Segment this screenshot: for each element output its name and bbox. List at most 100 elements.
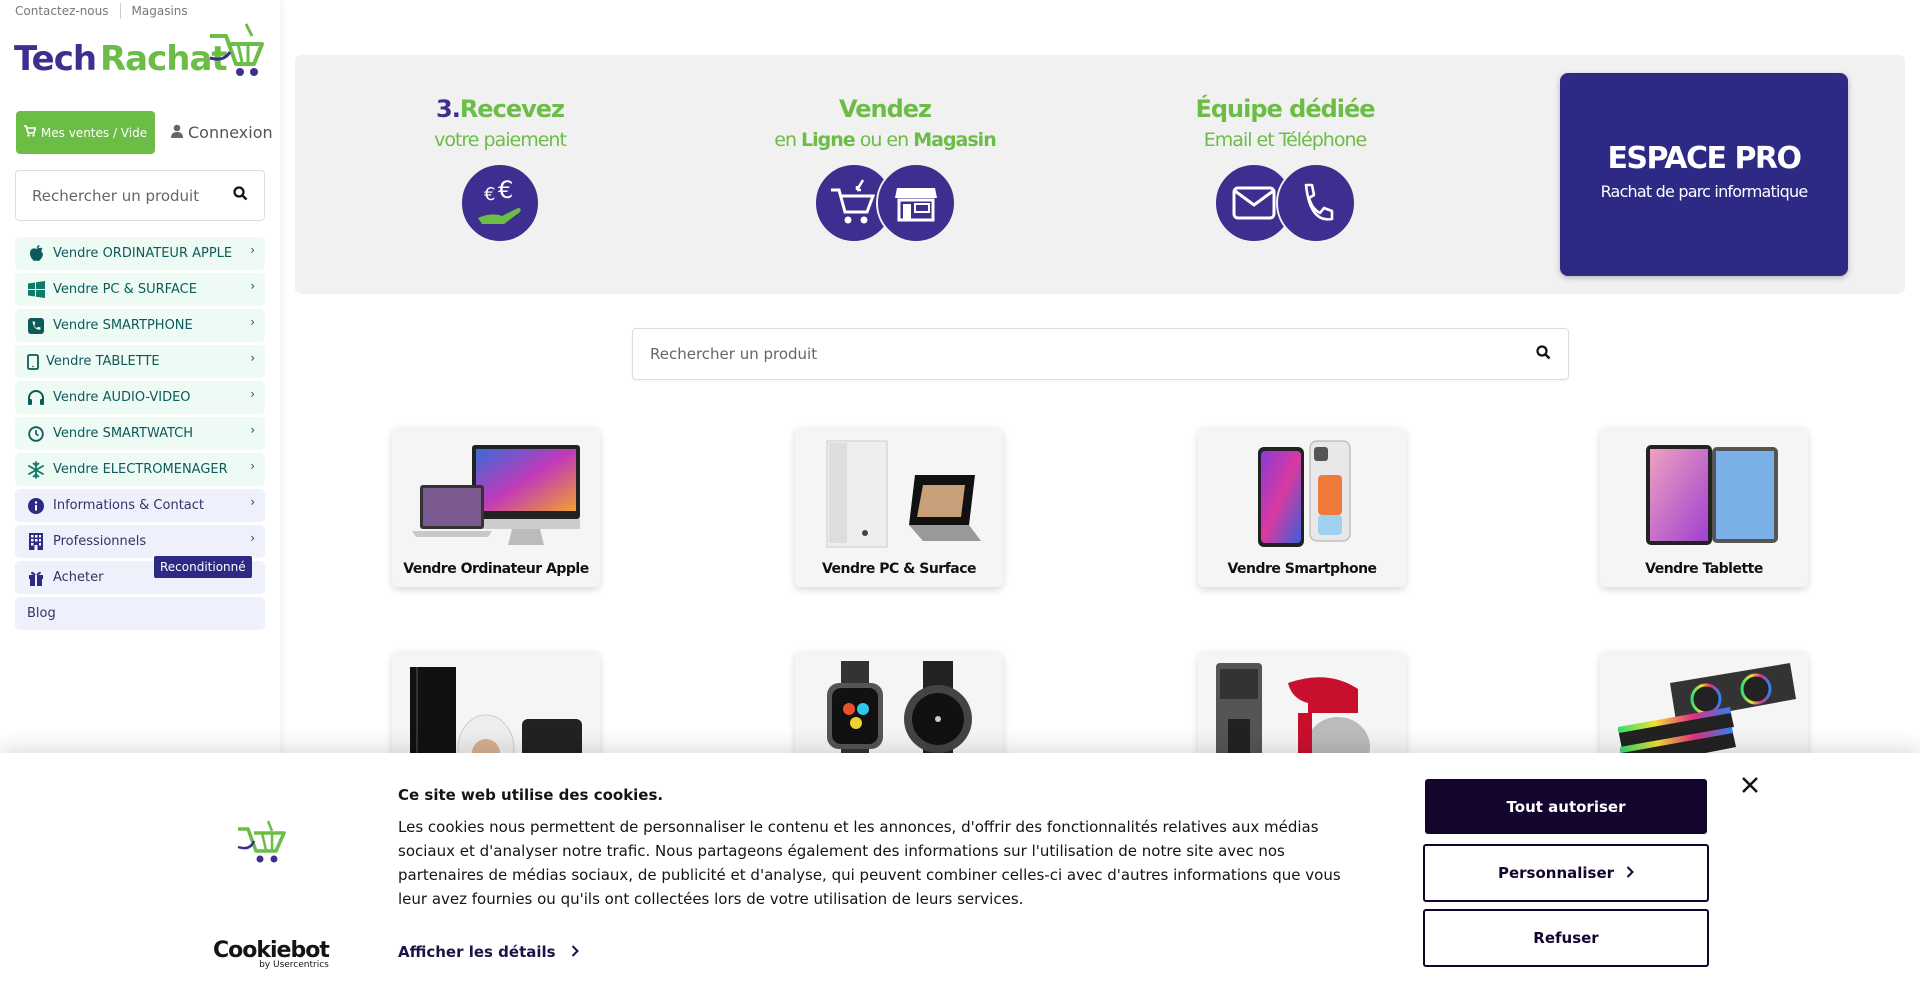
menu-label: Blog (27, 606, 56, 621)
menu-item-apple[interactable]: Vendre ORDINATEUR APPLE › (15, 237, 265, 270)
pc-surface-image (805, 435, 993, 555)
svg-text:Tech: Tech (14, 39, 96, 79)
chevron-right-icon (1626, 864, 1634, 882)
menu-item-info-contact[interactable]: Informations & Contact › (15, 489, 265, 522)
product-label: Vendre Tablette (1645, 561, 1763, 577)
product-label: Vendre Smartphone (1227, 561, 1377, 577)
chevron-right-icon: › (250, 495, 255, 509)
menu-label: Vendre ORDINATEUR APPLE (53, 246, 233, 261)
cart-icon (23, 125, 37, 140)
search-icon[interactable] (233, 186, 248, 205)
menu-item-appliances[interactable]: Vendre ELECTROMENAGER › (15, 453, 265, 486)
my-sales-label: Mes ventes / Vide (40, 125, 148, 140)
product-card-tablet[interactable]: Vendre Tablette (1600, 427, 1808, 587)
chevron-right-icon: › (250, 387, 255, 401)
chevron-right-icon: › (250, 459, 255, 473)
sidebar-search (15, 170, 265, 221)
feature-subtitle: Email et Téléphone (1203, 129, 1367, 151)
menu-label: Acheter (53, 570, 104, 585)
feature-payment: 3.Recevez votre paiement € € (380, 95, 620, 243)
cookie-consent-banner: Ce site web utilise des cookies. Les coo… (0, 753, 1920, 993)
feature-title: Équipe dédiée (1195, 95, 1375, 123)
feature-team: Équipe dédiée Email et Téléphone (1165, 95, 1405, 243)
clock-icon (27, 425, 45, 443)
menu-item-smartwatch[interactable]: Vendre SMARTWATCH › (15, 417, 265, 450)
chevron-right-icon: › (250, 351, 255, 365)
product-card-apple[interactable]: Vendre Ordinateur Apple (392, 427, 600, 587)
tablet-icon (27, 353, 39, 371)
svg-text:€: € (484, 184, 495, 205)
pro-space-card[interactable]: ESPACE PRO Rachat de parc informatique (1560, 73, 1848, 276)
customize-button[interactable]: Personnaliser (1423, 844, 1709, 902)
menu-label: Vendre ELECTROMENAGER (53, 462, 228, 477)
menu-item-tablet[interactable]: Vendre TABLETTE › (15, 345, 265, 378)
menu-item-smartphone[interactable]: Vendre SMARTPHONE › (15, 309, 265, 342)
stores-link[interactable]: Magasins (132, 4, 188, 18)
smartphone-image (1208, 435, 1396, 555)
menu-item-audio-video[interactable]: Vendre AUDIO-VIDEO › (15, 381, 265, 414)
euro-hand-icon: € € (460, 163, 540, 243)
menu-label: Vendre SMARTWATCH (53, 426, 194, 441)
login-link[interactable]: Connexion (171, 111, 273, 154)
top-links: Contactez-nous Magasins (15, 3, 188, 19)
refuse-button[interactable]: Refuser (1423, 909, 1709, 967)
login-label: Connexion (188, 123, 273, 142)
chevron-right-icon: › (250, 243, 255, 257)
apple-computer-image (402, 435, 590, 555)
feature-sell: Vendez en Ligne ou en Magasin (765, 95, 1005, 243)
allow-all-button[interactable]: Tout autoriser (1425, 779, 1707, 834)
menu-label: Informations & Contact (53, 498, 205, 513)
my-sales-button[interactable]: Mes ventes / Vide (16, 111, 155, 154)
techrachat-cart-icon (236, 819, 294, 871)
telephone-icon (1276, 163, 1356, 243)
site-logo[interactable]: Tech Rachat (14, 22, 266, 84)
snowflake-icon (27, 460, 45, 479)
svg-text:Rachat: Rachat (100, 39, 227, 79)
product-card-pc[interactable]: Vendre PC & Surface (795, 427, 1003, 587)
store-icon (876, 163, 956, 243)
gift-icon (27, 569, 45, 587)
chevron-right-icon (571, 943, 579, 961)
search-icon[interactable] (1536, 344, 1551, 364)
user-icon (171, 123, 183, 142)
menu-label: Vendre TABLETTE (46, 354, 160, 369)
product-card-smartphone[interactable]: Vendre Smartphone (1198, 427, 1406, 587)
cookie-text: Les cookies nous permettent de personnal… (398, 818, 1341, 908)
main-search-input[interactable] (650, 345, 1510, 363)
menu-label: Vendre SMARTPHONE (53, 318, 193, 333)
menu-label: Vendre AUDIO-VIDEO (53, 390, 191, 405)
menu-item-pc[interactable]: Vendre PC & SURFACE › (15, 273, 265, 306)
windows-icon (27, 281, 45, 299)
chevron-right-icon: › (250, 531, 255, 545)
building-icon (27, 533, 45, 551)
product-label: Vendre Ordinateur Apple (403, 561, 589, 577)
close-icon[interactable] (1741, 771, 1759, 801)
feature-title: 3.Recevez (436, 95, 565, 123)
apple-icon (27, 245, 45, 263)
menu-label: Vendre PC & SURFACE (53, 282, 197, 297)
menu-item-blog[interactable]: Blog (15, 597, 265, 630)
contact-link[interactable]: Contactez-nous (15, 4, 109, 18)
feature-title: Vendez (838, 95, 932, 123)
features-banner: 3.Recevez votre paiement € € Vendez en Li… (295, 55, 1905, 294)
svg-text:€: € (498, 178, 513, 204)
chevron-right-icon: › (250, 315, 255, 329)
pro-title: ESPACE PRO (1607, 141, 1802, 176)
chevron-right-icon: › (250, 423, 255, 437)
pro-subtitle: Rachat de parc informatique (1600, 182, 1809, 201)
tablet-image (1610, 435, 1798, 555)
headphones-icon (27, 389, 45, 407)
menu-label: Professionnels (53, 534, 147, 549)
cookiebot-logo: Cookiebot by Usercentrics (213, 938, 330, 970)
show-details-link[interactable]: Afficher les détails (398, 943, 579, 961)
cookie-title: Ce site web utilise des cookies. (398, 786, 664, 804)
refurbished-badge[interactable]: Reconditionné (154, 556, 252, 578)
feature-subtitle: en Ligne ou en Magasin (774, 129, 996, 151)
sidebar-search-input[interactable] (32, 186, 222, 205)
main-search (632, 328, 1569, 380)
menu-item-professionals[interactable]: Professionnels › (15, 525, 265, 558)
product-label: Vendre PC & Surface (821, 561, 977, 577)
feature-subtitle: votre paiement (434, 129, 567, 151)
phone-icon (27, 317, 45, 335)
divider (119, 3, 121, 19)
